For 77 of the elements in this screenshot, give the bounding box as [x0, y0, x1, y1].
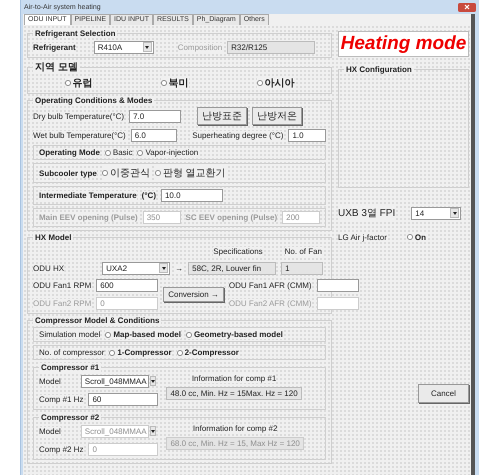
- field-label: ODU Fan2 AFR (CMM): [228, 298, 312, 308]
- field-label: Superheating degree (°C): [192, 130, 284, 140]
- input-field[interactable]: [316, 296, 359, 310]
- field-label: No. of compressor: [39, 348, 104, 357]
- close-button[interactable]: [458, 2, 476, 12]
- dropdown[interactable]: UXA2: [102, 262, 170, 274]
- radio-button[interactable]: Map-based model: [105, 330, 181, 339]
- radio-button[interactable]: Basic: [104, 148, 132, 157]
- preset-button[interactable]: 난방표준: [197, 107, 248, 125]
- field-label: Model: [39, 426, 61, 436]
- input-field[interactable]: 60: [88, 392, 158, 406]
- field-label: Intermediate Temperature: [39, 191, 137, 200]
- group-title: HX Configuration: [344, 65, 414, 74]
- dropdown[interactable]: 14: [411, 206, 462, 220]
- field-label: Refrigerant: [33, 42, 76, 52]
- caret-icon: [450, 208, 460, 218]
- radio-button[interactable]: 이중관식: [102, 166, 150, 180]
- group-title: Refrigerant Selection: [33, 29, 118, 38]
- column-header: No. of Fan: [284, 246, 322, 256]
- input-field[interactable]: 10.0: [160, 189, 223, 202]
- field-label: LG Air j-factor: [338, 232, 387, 242]
- group-title: Compressor #1: [39, 363, 102, 372]
- field-label: SC EEV opening (Pulse): [186, 213, 278, 222]
- field-label: ODU HX: [33, 264, 64, 272]
- caret-icon: [142, 42, 152, 52]
- unit-label: (°C): [142, 191, 156, 200]
- radio-button[interactable]: 2-Compressor: [176, 348, 239, 357]
- readonly-field: 68.0 cc, Min. Hz = 15, Max Hz = 120: [166, 437, 304, 450]
- preset-button[interactable]: 난방저온: [252, 107, 302, 125]
- radio-button[interactable]: Geometry-based model: [186, 330, 283, 339]
- field-label: Model: [39, 376, 61, 386]
- field-label: UXB 3열 FPI: [338, 206, 396, 220]
- field-label: ODU Fan1 RPM: [33, 280, 92, 290]
- mode-banner: Heating mode: [338, 31, 469, 57]
- dropdown[interactable]: R410A: [94, 40, 154, 54]
- cancel-button[interactable]: Cancel: [418, 384, 469, 403]
- group-title: Compressor #2: [39, 413, 102, 422]
- arrow-label: →: [175, 264, 184, 272]
- radio-button[interactable]: 북미: [160, 76, 188, 90]
- group-title: 지역 모델: [33, 60, 80, 74]
- readonly-field: 1: [281, 262, 324, 274]
- group-title: Compressor Model & Conditions: [33, 316, 162, 325]
- input-field[interactable]: 1.0: [288, 128, 326, 142]
- input-field[interactable]: 6.0: [130, 128, 177, 142]
- close-icon: [464, 4, 470, 10]
- radio-button[interactable]: Vapor-injection: [137, 148, 198, 157]
- input-field[interactable]: [316, 278, 359, 292]
- radio-button[interactable]: 1-Compressor: [109, 348, 172, 357]
- field-label: Comp #2 Hz: [39, 444, 84, 454]
- field-label: ODU Fan2 RPM: [33, 298, 92, 308]
- radio-button[interactable]: 아시아: [256, 76, 294, 90]
- field-label: Simulation model: [39, 330, 100, 339]
- input-field[interactable]: 7.0: [129, 110, 182, 122]
- input-field[interactable]: 600: [96, 278, 158, 292]
- field-label: Main EEV opening (Pulse): [39, 213, 138, 222]
- readonly-field: R32/R125: [227, 40, 316, 54]
- field-label: Composition: [178, 42, 222, 52]
- field-label: Subcooler type: [39, 168, 97, 178]
- group-title: Operating Conditions & Modes: [33, 96, 154, 105]
- readonly-field: 58C, 2R, Louver fin: [188, 262, 276, 274]
- caret-icon: [150, 426, 156, 436]
- radio-button[interactable]: 판형 열교환기: [154, 166, 226, 180]
- field-label: Information for comp #1: [192, 374, 276, 383]
- field-label: Operating Mode: [39, 148, 100, 157]
- radio-button[interactable]: On: [406, 232, 426, 242]
- readonly-field: 48.0 cc, Min. Hz = 15Max. Hz = 120: [166, 387, 302, 400]
- radio-button[interactable]: 유럽: [64, 76, 92, 90]
- field-label: Information for comp #2: [192, 424, 278, 433]
- field-label: Dry bulb Temperature(°C): [33, 112, 124, 120]
- group-title: HX Model: [33, 233, 74, 242]
- caret-icon: [150, 376, 156, 386]
- field-label: ODU Fan1 AFR (CMM): [228, 280, 312, 290]
- caret-icon: [159, 263, 168, 273]
- conversion-button[interactable]: Conversion →: [163, 286, 224, 302]
- field-label: Comp #1 Hz: [39, 394, 84, 404]
- field-label: Wet bulb Temperature(°C): [33, 130, 126, 140]
- column-header: Specifications: [213, 246, 263, 256]
